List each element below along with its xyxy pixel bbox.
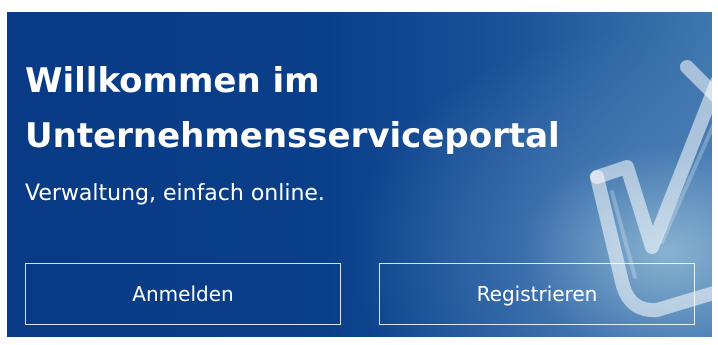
page-subtitle: Verwaltung, einfach online. bbox=[25, 181, 325, 206]
page-title: Willkommen im Unternehmensserviceportal bbox=[25, 61, 560, 156]
register-button[interactable]: Registrieren bbox=[379, 263, 695, 325]
welcome-hero: Willkommen im Unternehmensserviceportal … bbox=[7, 12, 712, 337]
login-button[interactable]: Anmelden bbox=[25, 263, 341, 325]
